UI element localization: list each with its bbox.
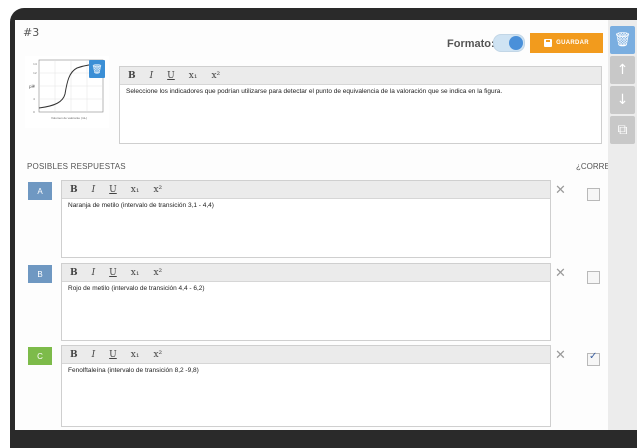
correct-checkbox-c[interactable]	[587, 351, 600, 366]
rich-text-toolbar: B I U x₁ x²	[120, 67, 601, 85]
subscript-button[interactable]: x₁	[131, 185, 140, 195]
underline-button[interactable]: U	[109, 185, 117, 195]
question-text: Seleccione los indicadores que podrían u…	[126, 88, 503, 95]
delete-image-icon[interactable]: 🗑	[89, 60, 105, 78]
save-label: GUARDAR	[556, 40, 589, 46]
answers-section-label: POSIBLES RESPUESTAS	[27, 162, 126, 171]
bold-button[interactable]: B	[128, 71, 136, 81]
correct-checkbox-a[interactable]	[587, 188, 600, 201]
svg-text:0: 0	[33, 110, 35, 114]
svg-text:14: 14	[33, 62, 37, 66]
question-text-editor[interactable]: B I U x₁ x² Seleccione los indicadores q…	[119, 66, 602, 144]
superscript-button[interactable]: x²	[153, 185, 162, 195]
option-editor-a[interactable]: B I U x₁ x² Naranja de metilo (intervalo…	[61, 180, 551, 258]
option-text-a: Naranja de metilo (intervalo de transici…	[68, 202, 214, 209]
toggle-knob	[509, 36, 523, 50]
superscript-button[interactable]: x²	[153, 350, 162, 360]
italic-button[interactable]: I	[92, 268, 96, 278]
underline-button[interactable]: U	[109, 268, 117, 278]
option-badge-a: A	[28, 182, 52, 200]
svg-text:pH: pH	[29, 84, 35, 89]
copy-icon[interactable]: ⧉	[610, 116, 635, 144]
underline-button[interactable]: U	[109, 350, 117, 360]
option-badge-c: C	[28, 347, 52, 365]
rich-text-toolbar: B I U x₁ x²	[62, 181, 550, 199]
save-button[interactable]: GUARDAR	[530, 33, 603, 53]
superscript-button[interactable]: x²	[153, 268, 162, 278]
underline-button[interactable]: U	[167, 71, 175, 81]
format-toggle[interactable]	[493, 34, 525, 52]
remove-option-b-icon[interactable]: ✕	[555, 266, 566, 281]
trash-icon[interactable]: 🗑	[610, 26, 635, 54]
italic-button[interactable]: I	[92, 350, 96, 360]
side-toolbar: 🗑 ↑ ↓ ⧉	[608, 20, 637, 430]
bold-button[interactable]: B	[70, 185, 78, 195]
option-text-b: Rojo de metilo (intervalo de transición …	[68, 285, 205, 292]
save-icon	[544, 39, 553, 47]
option-editor-c[interactable]: B I U x₁ x² Fenolftaleína (intervalo de …	[61, 345, 551, 427]
figure-xlabel: Volumen de valorante (mL)	[51, 116, 88, 120]
option-badge-b: B	[28, 265, 52, 283]
subscript-button[interactable]: x₁	[131, 350, 140, 360]
question-editor: #3 Formato: GUARDAR 14 12 8 4 0 pH Volumen d…	[15, 20, 608, 430]
correct-checkbox-b[interactable]	[587, 271, 600, 284]
option-editor-b[interactable]: B I U x₁ x² Rojo de metilo (intervalo de…	[61, 263, 551, 341]
arrow-up-icon[interactable]: ↑	[610, 56, 635, 84]
bold-button[interactable]: B	[70, 268, 78, 278]
italic-button[interactable]: I	[150, 71, 154, 81]
correct-column-label: ¿CORRECTO?	[576, 162, 608, 171]
option-text-c: Fenolftaleína (intervalo de transición 8…	[68, 367, 199, 374]
bold-button[interactable]: B	[70, 350, 78, 360]
svg-text:4: 4	[33, 97, 35, 101]
rich-text-toolbar: B I U x₁ x²	[62, 264, 550, 282]
subscript-button[interactable]: x₁	[131, 268, 140, 278]
arrow-down-icon[interactable]: ↓	[610, 86, 635, 114]
remove-option-a-icon[interactable]: ✕	[555, 183, 566, 198]
svg-text:12: 12	[33, 71, 37, 75]
subscript-button[interactable]: x₁	[189, 71, 198, 81]
italic-button[interactable]: I	[92, 185, 96, 195]
remove-option-c-icon[interactable]: ✕	[555, 348, 566, 363]
formato-label: Formato:	[447, 38, 495, 50]
rich-text-toolbar: B I U x₁ x²	[62, 346, 550, 364]
superscript-button[interactable]: x²	[211, 71, 220, 81]
question-number: #3	[23, 26, 40, 39]
